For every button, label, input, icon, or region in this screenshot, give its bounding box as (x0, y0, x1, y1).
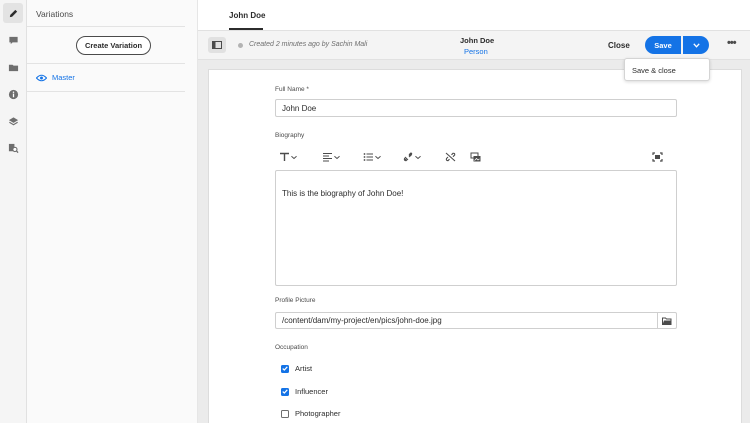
save-options-button[interactable] (683, 36, 709, 54)
checkbox-label: Influencer (295, 387, 328, 396)
variations-title: Variations (36, 9, 74, 19)
checkbox-unchecked (281, 409, 289, 418)
folder-open-icon (662, 317, 672, 325)
folder-icon (8, 64, 18, 71)
edit-properties-button[interactable] (3, 3, 23, 23)
side-rail (0, 0, 27, 423)
chevron-down-icon (415, 155, 421, 160)
action-bar: Created 2 minutes ago by Sachin Mali Joh… (198, 31, 750, 60)
profile-picture-label: Profile Picture (275, 297, 316, 304)
master-label: Master (52, 73, 75, 82)
save-and-close-item[interactable]: Save & close (632, 66, 676, 75)
image-icon (470, 152, 481, 162)
occupation-photographer-checkbox[interactable]: Photographer (281, 409, 340, 418)
occupation-label: Occupation (275, 344, 308, 351)
divider (27, 26, 185, 27)
list-icon (363, 153, 373, 161)
align-icon (323, 152, 332, 162)
fullscreen-icon (652, 152, 663, 162)
text-format-dropdown[interactable] (279, 152, 298, 162)
divider (27, 91, 185, 92)
info-button[interactable] (3, 84, 23, 104)
layers-icon (8, 116, 18, 125)
variation-item-master[interactable]: Master (36, 73, 75, 82)
divider (27, 63, 185, 64)
biography-editor[interactable]: This is the biography of John Doe! (275, 170, 677, 286)
content-fragment-form: Full Name * John Doe Biography This is t… (208, 69, 742, 423)
checkmark-icon (282, 366, 288, 371)
toggle-side-panel-button[interactable] (208, 37, 226, 53)
eye-icon (36, 74, 47, 81)
browse-asset-button[interactable] (657, 312, 677, 329)
unlink-button[interactable] (445, 152, 456, 162)
search-references-icon (8, 143, 19, 153)
biography-text: This is the biography of John Doe! (282, 189, 404, 198)
active-tab-indicator (229, 28, 263, 30)
annotations-button[interactable] (3, 30, 23, 50)
list-dropdown[interactable] (363, 152, 382, 162)
status-dot (238, 43, 243, 48)
occupation-influencer-checkbox[interactable]: Influencer (281, 387, 328, 396)
link-dropdown[interactable] (403, 152, 422, 162)
document-model-link[interactable]: Person (464, 47, 488, 56)
link-icon (403, 152, 413, 162)
structure-button[interactable] (3, 111, 23, 131)
unlink-icon (445, 152, 456, 162)
comment-icon (8, 36, 18, 44)
references-button[interactable] (3, 138, 23, 158)
side-panel-icon (212, 41, 222, 49)
variations-panel: Variations Create Variation Master (27, 0, 198, 423)
checkbox-checked (281, 387, 289, 396)
close-button[interactable]: Close (608, 41, 630, 50)
checkmark-icon (282, 389, 288, 394)
biography-label: Biography (275, 132, 305, 139)
create-variation-button[interactable]: Create Variation (76, 36, 151, 55)
document-title: John Doe (460, 36, 495, 45)
checkbox-checked (281, 364, 289, 373)
more-actions-button[interactable]: ••• (727, 37, 737, 49)
profile-picture-path-field[interactable]: /content/dam/my-project/en/pics/john-doe… (275, 312, 658, 329)
checkbox-label: Artist (295, 364, 313, 373)
assets-button[interactable] (3, 57, 23, 77)
save-button[interactable]: Save (645, 36, 681, 54)
chevron-down-icon (375, 155, 381, 160)
fullscreen-button[interactable] (652, 152, 663, 162)
align-dropdown[interactable] (322, 152, 341, 162)
chevron-down-icon (291, 155, 297, 160)
info-icon (8, 89, 18, 99)
save-menu: Save & close (624, 58, 710, 81)
editor-area: Full Name * John Doe Biography This is t… (198, 60, 750, 423)
chevron-down-icon (692, 42, 700, 48)
occupation-artist-checkbox[interactable]: Artist (281, 364, 312, 373)
chevron-down-icon (334, 155, 340, 160)
status-text: Created 2 minutes ago by Sachin Mali (249, 41, 368, 48)
text-format-icon (280, 152, 289, 161)
insert-asset-button[interactable] (470, 152, 481, 162)
tab-john-doe[interactable]: John Doe (229, 11, 265, 20)
full-name-label: Full Name * (275, 86, 309, 93)
full-name-field[interactable]: John Doe (275, 99, 677, 117)
tab-bar: John Doe (198, 0, 750, 31)
pencil-icon (9, 9, 17, 17)
checkbox-label: Photographer (295, 409, 341, 418)
